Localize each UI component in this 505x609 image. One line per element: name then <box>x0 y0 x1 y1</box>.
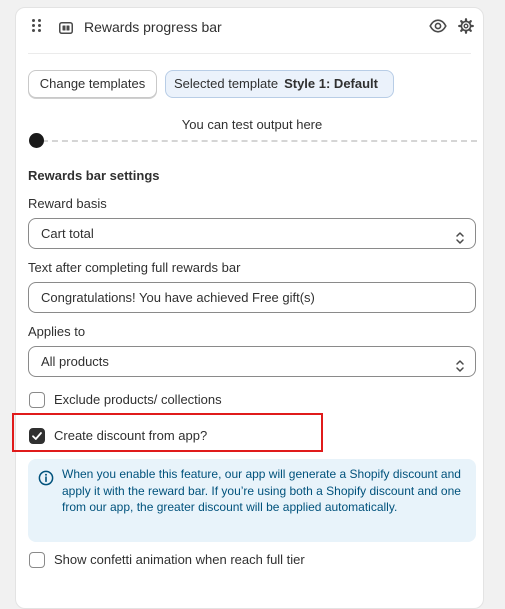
info-icon <box>38 470 54 491</box>
applies-to-select[interactable]: All products <box>28 346 476 377</box>
completion-text-input[interactable]: Congratulations! You have achieved Free … <box>28 282 476 313</box>
checkmark-icon <box>32 432 42 440</box>
select-arrows-icon <box>455 226 465 255</box>
applies-to-value: All products <box>41 354 109 369</box>
selected-template-button[interactable]: Selected template Style 1: Default <box>165 70 394 98</box>
block-title: Rewards progress bar <box>84 19 222 35</box>
exclude-label: Exclude products/ collections <box>54 392 222 407</box>
info-text: When you enable this feature, our app wi… <box>62 467 461 514</box>
confetti-label: Show confetti animation when reach full … <box>54 552 305 567</box>
change-templates-button[interactable]: Change templates <box>28 70 157 98</box>
gear-icon[interactable] <box>458 18 474 39</box>
selected-template-prefix: Selected template <box>174 76 279 91</box>
select-arrows-icon <box>455 354 465 383</box>
block-settings-card: Rewards progress bar Change templates Se… <box>12 7 484 609</box>
exclude-checkbox[interactable] <box>29 392 45 408</box>
section-title: Rewards bar settings <box>28 168 160 183</box>
completion-text-label: Text after completing full rewards bar <box>28 260 241 275</box>
eye-icon[interactable] <box>429 19 447 38</box>
progress-slider-handle[interactable] <box>29 133 44 148</box>
rewards-progress-track <box>42 140 477 142</box>
header-divider <box>28 53 471 54</box>
create-discount-checkbox[interactable] <box>29 428 45 444</box>
block-header: Rewards progress bar <box>16 8 483 53</box>
discount-info-banner: When you enable this feature, our app wi… <box>28 459 476 542</box>
reward-basis-value: Cart total <box>41 226 94 241</box>
confetti-checkbox[interactable] <box>29 552 45 568</box>
create-discount-label: Create discount from app? <box>54 428 208 443</box>
reward-basis-label: Reward basis <box>28 196 107 211</box>
block-icon <box>59 21 73 39</box>
reward-basis-select[interactable]: Cart total <box>28 218 476 249</box>
selected-template-value: Style 1: Default <box>284 76 378 91</box>
drag-handle-icon[interactable] <box>32 19 42 33</box>
applies-to-label: Applies to <box>28 324 86 339</box>
test-output-label: You can test output here <box>181 117 323 132</box>
completion-text-value: Congratulations! You have achieved Free … <box>41 290 315 305</box>
